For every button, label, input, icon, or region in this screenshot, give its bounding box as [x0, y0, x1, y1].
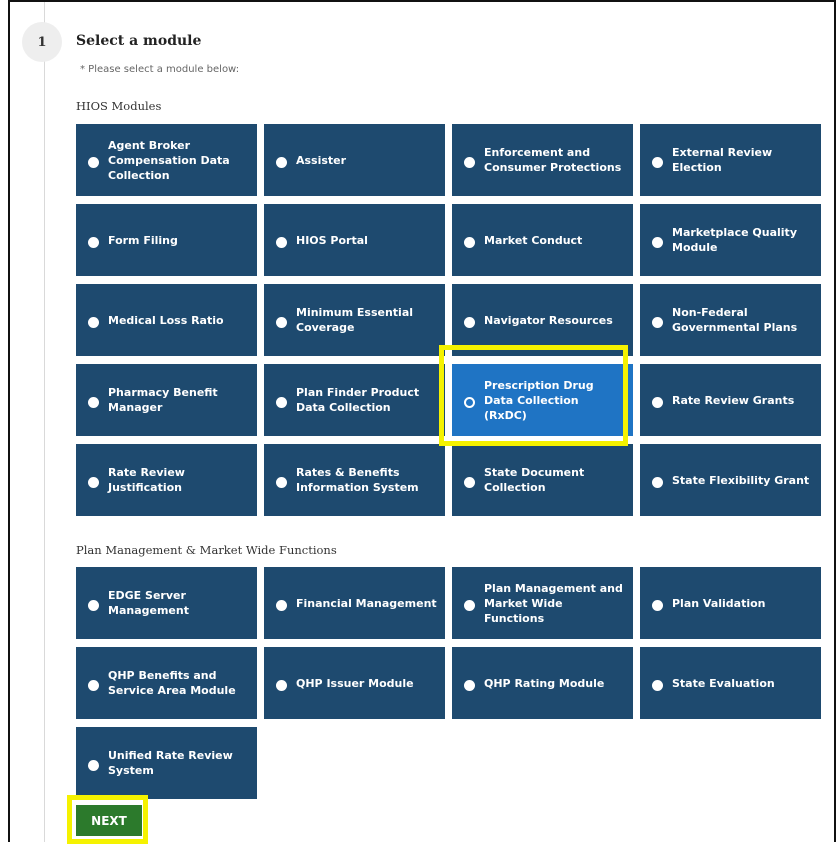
module-tile-rates-and-benefits-information-system[interactable]: Rates & Benefits Information System	[264, 444, 445, 516]
module-tile-plan-finder-product-data-collection[interactable]: Plan Finder Product Data Collection	[264, 364, 445, 436]
module-tile-financial-management[interactable]: Financial Management	[264, 567, 445, 639]
select-module-hint: * Please select a module below:	[80, 64, 240, 75]
radio-button[interactable]	[88, 156, 99, 168]
module-tile-label: Marketplace Quality Module	[672, 226, 797, 254]
module-tile-label: Agent Broker Compensation Data Collectio…	[108, 138, 230, 182]
radio-button[interactable]	[88, 759, 99, 771]
radio-button[interactable]	[464, 396, 475, 408]
radio-button[interactable]	[88, 679, 99, 691]
module-tile-label: Rates & Benefits Information System	[296, 466, 419, 494]
module-tile-external-review-election[interactable]: External Review Election	[640, 124, 821, 196]
radio-button[interactable]	[276, 599, 287, 611]
section-label-hios-modules: HIOS Modules	[76, 99, 162, 113]
section-label-plan-management: Plan Management & Market Wide Functions	[76, 543, 337, 557]
module-tile-enforcement-and-consumer-protections[interactable]: Enforcement and Consumer Protections	[452, 124, 633, 196]
module-tile-label: Minimum Essential Coverage	[296, 306, 414, 334]
module-tile-label: Financial Management	[296, 596, 437, 610]
module-tile-hios-portal[interactable]: HIOS Portal	[264, 204, 445, 276]
radio-button[interactable]	[464, 156, 475, 168]
radio-button[interactable]	[652, 679, 663, 691]
module-tile-unified-rate-review-system[interactable]: Unified Rate Review System	[76, 727, 257, 799]
radio-button[interactable]	[652, 316, 663, 328]
module-tile-state-document-collection[interactable]: State Document Collection	[452, 444, 633, 516]
radio-button[interactable]	[464, 599, 475, 611]
module-tile-assister[interactable]: Assister	[264, 124, 445, 196]
module-tile-label: Assister	[296, 153, 347, 167]
module-tile-form-filing[interactable]: Form Filing	[76, 204, 257, 276]
radio-button[interactable]	[652, 599, 663, 611]
next-button[interactable]: NEXT	[76, 805, 142, 836]
hios-modules-grid: Agent Broker Compensation Data Collectio…	[76, 124, 821, 516]
module-tile-label: Form Filing	[108, 233, 178, 247]
radio-button[interactable]	[652, 476, 663, 488]
module-tile-label: Rate Review Grants	[672, 393, 795, 407]
radio-button[interactable]	[652, 236, 663, 248]
module-tile-plan-management-and-market-wide-functions[interactable]: Plan Management and Market Wide Function…	[452, 567, 633, 639]
module-tile-label: Plan Validation	[672, 596, 766, 610]
module-tile-non-federal-governmental-plans[interactable]: Non-Federal Governmental Plans	[640, 284, 821, 356]
module-tile-label: Medical Loss Ratio	[108, 313, 224, 327]
step-rail	[44, 2, 45, 842]
module-tile-qhp-issuer-module[interactable]: QHP Issuer Module	[264, 647, 445, 719]
module-tile-qhp-rating-module[interactable]: QHP Rating Module	[452, 647, 633, 719]
module-tile-label: Unified Rate Review System	[108, 749, 233, 777]
module-tile-medical-loss-ratio[interactable]: Medical Loss Ratio	[76, 284, 257, 356]
radio-button[interactable]	[652, 396, 663, 408]
module-tile-label: Rate Review Justification	[108, 466, 185, 494]
radio-button[interactable]	[276, 156, 287, 168]
step-number-badge: 1	[22, 22, 62, 62]
radio-button[interactable]	[464, 476, 475, 488]
radio-button[interactable]	[88, 599, 99, 611]
module-tile-rate-review-grants[interactable]: Rate Review Grants	[640, 364, 821, 436]
radio-button[interactable]	[276, 236, 287, 248]
module-tile-label: Navigator Resources	[484, 313, 613, 327]
module-tile-market-conduct[interactable]: Market Conduct	[452, 204, 633, 276]
module-tile-label: State Flexibility Grant	[672, 473, 810, 487]
module-tile-label: HIOS Portal	[296, 233, 368, 247]
module-tile-label: Prescription Drug Data Collection (RxDC)	[484, 378, 594, 422]
module-tile-qhp-benefits-and-service-area-module[interactable]: QHP Benefits and Service Area Module	[76, 647, 257, 719]
module-tile-agent-broker-compensation-data-collection[interactable]: Agent Broker Compensation Data Collectio…	[76, 124, 257, 196]
module-tile-state-evaluation[interactable]: State Evaluation	[640, 647, 821, 719]
module-tile-label: QHP Rating Module	[484, 676, 605, 690]
radio-button[interactable]	[464, 316, 475, 328]
radio-button[interactable]	[88, 476, 99, 488]
step-title: Select a module	[76, 33, 202, 49]
module-tile-label: Market Conduct	[484, 233, 583, 247]
module-tile-minimum-essential-coverage[interactable]: Minimum Essential Coverage	[264, 284, 445, 356]
module-tile-label: EDGE Server Management	[108, 589, 189, 617]
module-tile-label: Non-Federal Governmental Plans	[672, 306, 798, 334]
module-tile-rate-review-justification[interactable]: Rate Review Justification	[76, 444, 257, 516]
radio-button[interactable]	[276, 396, 287, 408]
radio-button[interactable]	[88, 316, 99, 328]
module-tile-pharmacy-benefit-manager[interactable]: Pharmacy Benefit Manager	[76, 364, 257, 436]
radio-button[interactable]	[276, 679, 287, 691]
radio-button[interactable]	[652, 156, 663, 168]
module-tile-plan-validation[interactable]: Plan Validation	[640, 567, 821, 639]
module-tile-label: Pharmacy Benefit Manager	[108, 386, 218, 414]
radio-button[interactable]	[88, 396, 99, 408]
plan-management-grid: EDGE Server Management Financial Manageme…	[76, 567, 821, 799]
module-tile-label: Plan Finder Product Data Collection	[296, 386, 420, 414]
module-tile-label: Plan Management and Market Wide Function…	[484, 581, 623, 625]
radio-button[interactable]	[276, 316, 287, 328]
module-tile-label: QHP Benefits and Service Area Module	[108, 669, 236, 697]
module-tile-label: External Review Election	[672, 146, 773, 174]
module-tile-label: QHP Issuer Module	[296, 676, 414, 690]
module-tile-label: State Evaluation	[672, 676, 775, 690]
radio-button[interactable]	[88, 236, 99, 248]
module-tile-prescription-drug-data-collection-rxdc[interactable]: Prescription Drug Data Collection (RxDC)	[452, 364, 633, 436]
module-tile-navigator-resources[interactable]: Navigator Resources	[452, 284, 633, 356]
module-tile-marketplace-quality-module[interactable]: Marketplace Quality Module	[640, 204, 821, 276]
module-tile-label: Enforcement and Consumer Protections	[484, 146, 622, 174]
module-tile-state-flexibility-grant[interactable]: State Flexibility Grant	[640, 444, 821, 516]
radio-button[interactable]	[276, 476, 287, 488]
module-tile-edge-server-management[interactable]: EDGE Server Management	[76, 567, 257, 639]
module-tile-label: State Document Collection	[484, 466, 585, 494]
radio-button[interactable]	[464, 679, 475, 691]
radio-button[interactable]	[464, 236, 475, 248]
